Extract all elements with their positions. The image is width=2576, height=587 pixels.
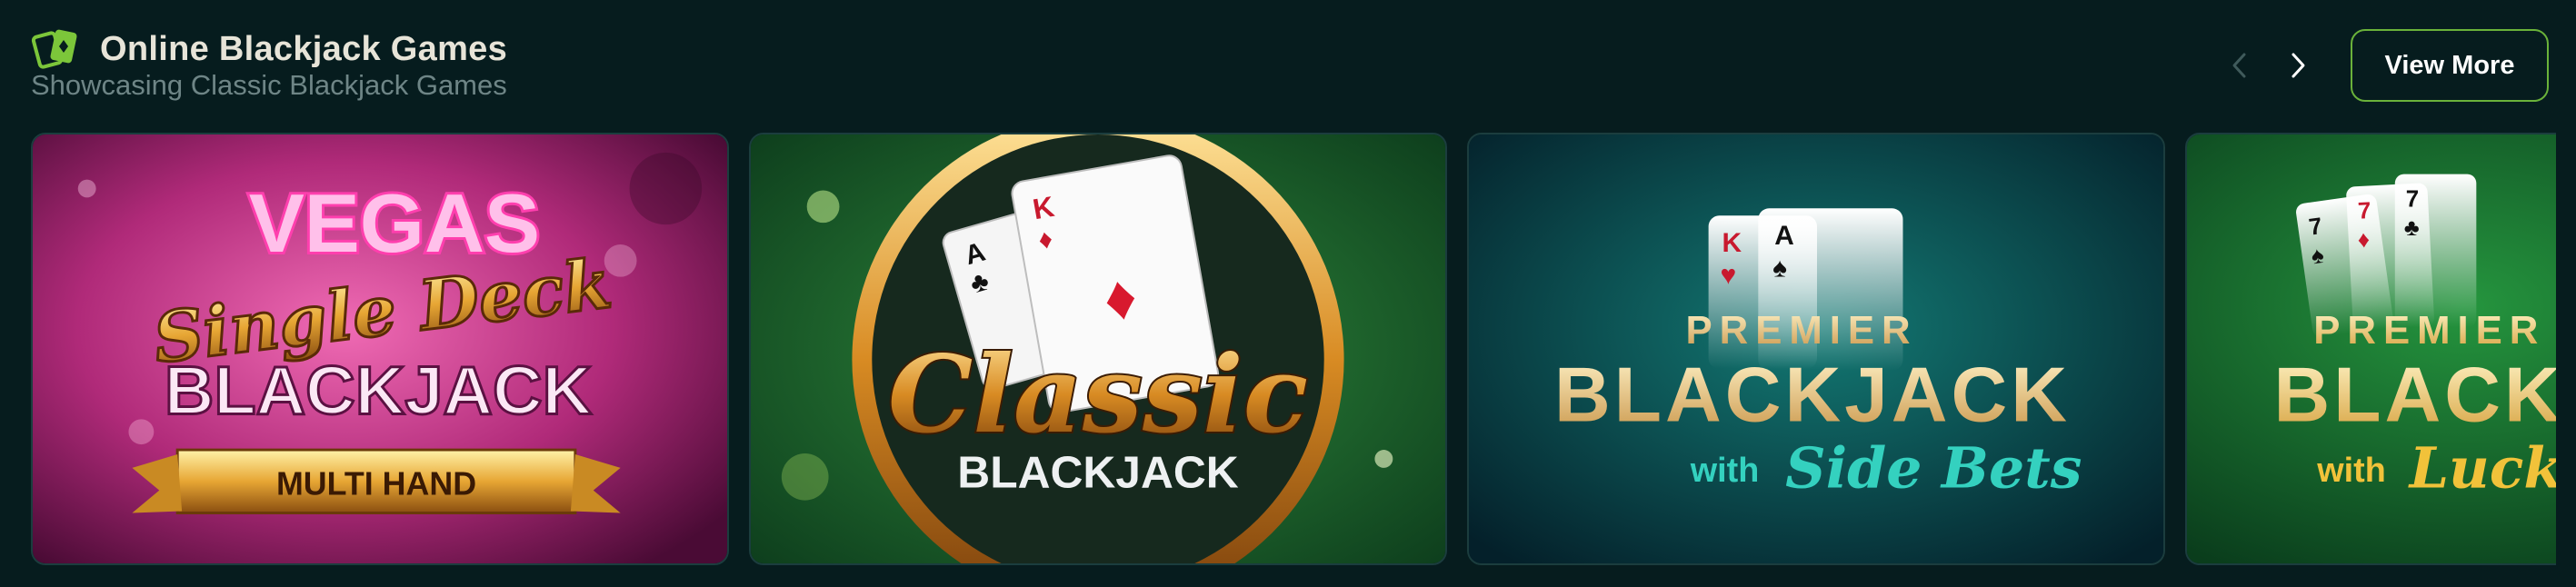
section-subtitle: Showcasing Classic Blackjack Games [31,69,507,101]
game-card-classic-blackjack[interactable]: A ♣ K ♦ ♦ Classic BLACKJACK [749,133,1447,565]
game-title-script: Lucky [2408,435,2556,502]
card2-rank: 7 [2357,198,2371,224]
games-carousel: VEGAS Single Deck BLACKJACK MULTI HAND A… [31,133,2556,567]
game-title-top: PREMIER [2313,308,2545,353]
playing-cards-icon [31,29,77,69]
section-header: Online Blackjack Games Showcasing Classi… [31,16,2549,116]
game-artwork: A ♣ K ♦ ♦ Classic BLACKJACK [751,134,1445,563]
game-card-vegas-single-deck[interactable]: VEGAS Single Deck BLACKJACK MULTI HAND [31,133,729,565]
game-artwork: 7 ♠ 7 ♦ 7 ♣ PREMIER BLACKJACK with Lucky [2187,134,2556,563]
game-title-script: Classic [888,332,1308,457]
game-artwork: K ♥ A ♠ PREMIER BLACKJACK with Side Bets [1469,134,2163,563]
game-title-with: with [1690,451,1760,489]
card2-rank: A [1774,221,1794,251]
view-more-button[interactable]: View More [2351,29,2549,102]
card2-suit: ♠ [1772,254,1787,284]
game-title-main: BLACKJACK [1554,352,2071,438]
card1-suit: ♥ [1721,261,1737,291]
game-card-premier-lucky[interactable]: 7 ♠ 7 ♦ 7 ♣ PREMIER BLACKJACK with Lucky [2185,133,2556,565]
section-title: Online Blackjack Games [100,29,508,68]
game-title-script: Side Bets [1785,435,2082,502]
game-title-main: BLACKJACK [2274,352,2557,438]
next-button[interactable] [2272,40,2323,91]
game-artwork: VEGAS Single Deck BLACKJACK MULTI HAND [33,134,727,563]
game-title-with: with [2316,451,2386,489]
chevron-right-icon [2291,53,2305,78]
card3-rank: 7 [2406,186,2419,212]
card1-rank: K [1722,228,1742,258]
carousel-nav: View More [2214,29,2549,102]
title-row: Online Blackjack Games [31,25,507,73]
game-title-top: PREMIER [1686,308,1918,353]
game-banner: MULTI HAND [276,466,476,502]
chevron-left-icon [2232,53,2246,78]
card2-suit: ♦ [2357,227,2371,254]
card3-suit: ♣ [2404,215,2420,241]
game-title-sub: BLACKJACK [957,447,1239,498]
prev-button[interactable] [2214,40,2265,91]
game-title-line3: BLACKJACK [165,353,592,429]
game-card-premier-side-bets[interactable]: K ♥ A ♠ PREMIER BLACKJACK with Side Bets [1467,133,2165,565]
